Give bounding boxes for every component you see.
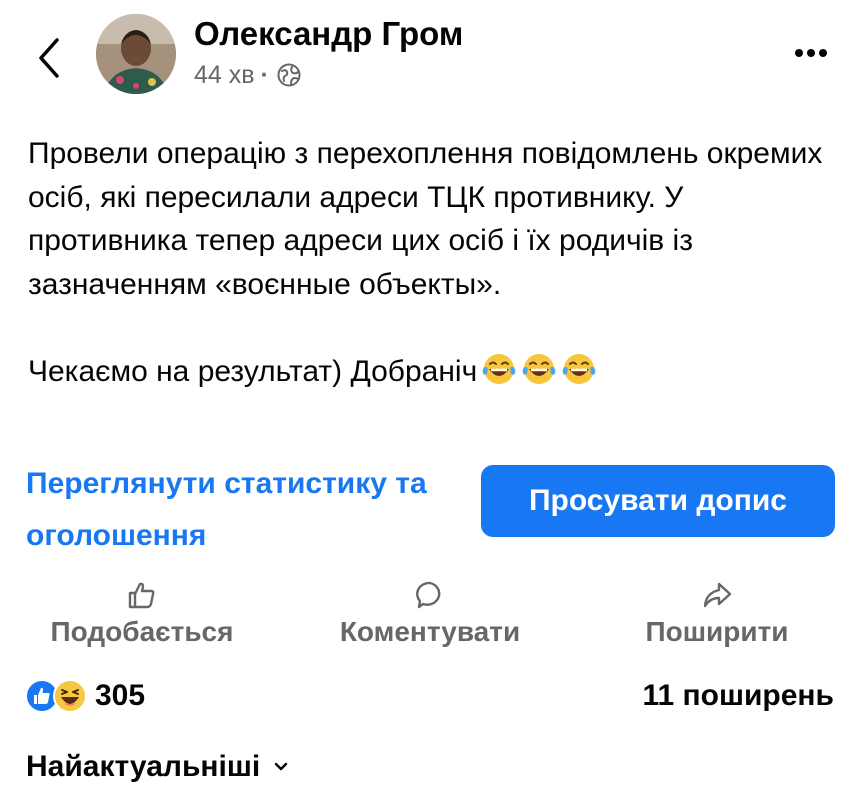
chevron-left-icon <box>39 38 59 78</box>
reactions-summary[interactable]: 305 <box>25 676 145 716</box>
chevron-down-icon <box>275 762 288 771</box>
post-paragraph-1: Провели операцію з перехоплення повідомл… <box>28 137 823 301</box>
thumbs-up-icon <box>128 582 155 609</box>
emoji-row <box>477 354 597 388</box>
post-paragraph-2-text: Чекаємо на результат) Добраніч <box>28 355 478 388</box>
comment-sort-dropdown[interactable]: Найактуальніші <box>26 746 288 788</box>
back-button[interactable] <box>30 36 70 80</box>
reaction-count: 305 <box>95 679 146 712</box>
post-time[interactable]: 44 хв <box>194 58 255 92</box>
like-label: Подобається <box>50 616 234 647</box>
laugh-tears-icon <box>522 354 556 384</box>
laugh-tears-icon <box>482 354 516 384</box>
meta-separator: · <box>260 61 269 89</box>
comment-icon <box>416 581 441 609</box>
globe-icon <box>277 63 301 87</box>
author-name[interactable]: Олександр Гром <box>194 14 463 54</box>
share-label: Поширити <box>645 616 789 647</box>
share-icon <box>703 582 732 608</box>
comment-sort-label: Найактуальніші <box>26 750 261 783</box>
laugh-icon <box>53 679 87 713</box>
avatar[interactable] <box>96 14 176 94</box>
laugh-tears-icon <box>562 354 596 384</box>
shares-count[interactable]: 11 поширень <box>642 676 834 716</box>
post-body: Провели операцію з перехоплення повідомл… <box>28 132 828 394</box>
more-options-button[interactable] <box>786 38 836 68</box>
promote-post-button[interactable]: Просувати допис <box>481 465 835 537</box>
post-meta: 44 хв · <box>194 58 301 92</box>
share-button[interactable]: Поширити <box>630 580 804 650</box>
post-paragraph-2: Чекаємо на результат) Добраніч <box>28 350 828 394</box>
comment-label: Коментувати <box>339 616 521 647</box>
comment-button[interactable]: Коментувати <box>322 580 538 650</box>
more-dots-icon <box>795 49 827 57</box>
like-button[interactable]: Подобається <box>35 580 249 650</box>
view-stats-link[interactable]: Переглянути статистику та оголошення <box>26 458 466 562</box>
